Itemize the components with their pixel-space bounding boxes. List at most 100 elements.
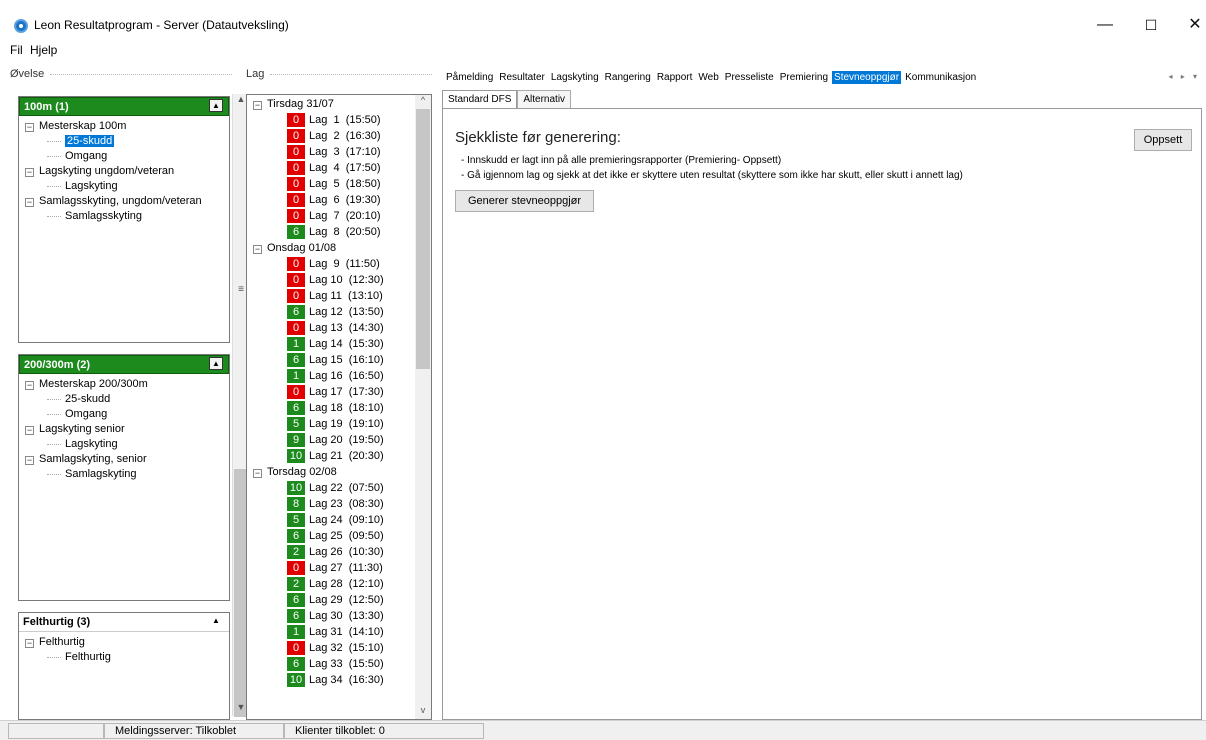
tree-leaf[interactable]: Samlagskyting [19,467,229,482]
collapse-minus-icon[interactable]: − [25,426,34,435]
tree-leaf[interactable]: Lagskyting [19,179,229,194]
lag-item[interactable]: 1 Lag 31 (14:10) [287,624,384,640]
lag-item[interactable]: 0 Lag 27 (11:30) [287,560,383,576]
lag-item[interactable]: 0 Lag 11 (13:10) [287,288,383,304]
tab-stevneoppgj-r[interactable]: Stevneoppgjør [832,71,902,84]
close-button[interactable]: ✕ [1172,10,1206,40]
tree-leaf[interactable]: Omgang [19,149,229,164]
tab-p-melding[interactable]: Påmelding [444,71,495,84]
tab-scroll-arrows-icon[interactable]: ◂ ▸ ▾ [1169,72,1201,81]
lag-item[interactable]: 6 Lag 8 (20:50) [287,224,381,240]
day-node[interactable]: − Torsdag 02/08 [249,464,337,480]
collapse-minus-icon[interactable]: − [25,456,34,465]
lag-item[interactable]: 10 Lag 22 (07:50) [287,480,384,496]
tree-node[interactable]: − Mesterskap 200/300m [19,377,229,392]
minimize-button[interactable]: — [1082,10,1128,40]
lag-item[interactable]: 0 Lag 1 (15:50) [287,112,381,128]
lag-item[interactable]: 2 Lag 26 (10:30) [287,544,384,560]
generate-button[interactable]: Generer stevneoppgjør [455,190,594,212]
lag-item[interactable]: 5 Lag 19 (19:10) [287,416,384,432]
collapse-minus-icon[interactable]: − [25,381,34,390]
tree-leaf[interactable]: Lagskyting [19,437,229,452]
lag-item[interactable]: 6 Lag 15 (16:10) [287,352,384,368]
lag-item[interactable]: 10 Lag 21 (20:30) [287,448,384,464]
collapse-minus-icon[interactable]: − [253,469,262,478]
lag-item[interactable]: 0 Lag 32 (15:10) [287,640,384,656]
tab-rangering[interactable]: Rangering [603,71,653,84]
lag-item[interactable]: 0 Lag 6 (19:30) [287,192,381,208]
tab-premiering[interactable]: Premiering [778,71,830,84]
lag-item[interactable]: 0 Lag 7 (20:10) [287,208,381,224]
collapse-up-icon[interactable]: ▲ [209,357,223,370]
tree-leaf[interactable]: 25-skudd [19,134,229,149]
scroll-thumb[interactable] [416,109,430,369]
collapse-minus-icon[interactable]: − [25,168,34,177]
collapse-minus-icon[interactable]: − [253,245,262,254]
tree-node[interactable]: − Felthurtig [19,635,229,650]
tree-leaf[interactable]: Felthurtig [19,650,229,665]
menu-hjelp[interactable]: Hjelp [30,43,57,57]
tab-presseliste[interactable]: Presseliste [723,71,776,84]
menu-fil[interactable]: Fil [10,43,23,57]
lag-item[interactable]: 6 Lag 33 (15:50) [287,656,384,672]
lag-label: Lag 1 (15:50) [309,114,381,126]
tab-kommunikasjon[interactable]: Kommunikasjon [903,71,978,84]
scroll-up-icon[interactable]: ^ [415,95,431,105]
lag-item[interactable]: 6 Lag 29 (12:50) [287,592,384,608]
subtab-standard-dfs[interactable]: Standard DFS [442,90,518,109]
lag-item[interactable]: 10 Lag 34 (16:30) [287,672,384,688]
lag-item[interactable]: 0 Lag 17 (17:30) [287,384,384,400]
tree-node[interactable]: − Lagskyting ungdom/veteran [19,164,229,179]
tree-node[interactable]: − Lagskyting senior [19,422,229,437]
lag-scrollbar[interactable]: ^ v [415,95,431,719]
app-icon [14,19,28,33]
lag-item[interactable]: 2 Lag 28 (12:10) [287,576,384,592]
lag-item[interactable]: 6 Lag 18 (18:10) [287,400,384,416]
lag-item[interactable]: 6 Lag 12 (13:50) [287,304,384,320]
tree-leaf[interactable]: Samlagsskyting [19,209,229,224]
lag-item[interactable]: 8 Lag 23 (08:30) [287,496,384,512]
tree-node[interactable]: − Samlagskyting, senior [19,452,229,467]
tab-web[interactable]: Web [696,71,720,84]
lag-item[interactable]: 0 Lag 3 (17:10) [287,144,381,160]
tree-node[interactable]: − Mesterskap 100m [19,119,229,134]
tab-resultater[interactable]: Resultater [497,71,547,84]
day-node[interactable]: − Onsdag 01/08 [249,240,336,256]
subtab-alternativ[interactable]: Alternativ [517,90,572,109]
shooter-count-badge: 0 [287,193,305,207]
collapse-minus-icon[interactable]: − [253,101,262,110]
lag-item[interactable]: 0 Lag 10 (12:30) [287,272,384,288]
scroll-down-icon[interactable]: v [415,705,431,715]
tree-leaf[interactable]: 25-skudd [19,392,229,407]
tree-node[interactable]: − Samlagsskyting, ungdom/veteran [19,194,229,209]
day-node[interactable]: − Tirsdag 31/07 [249,96,334,112]
tab-lagskyting[interactable]: Lagskyting [549,71,601,84]
group-title: 200/300m (2) [24,359,91,371]
group-header[interactable]: Felthurtig (3) ▲ [19,613,229,632]
collapse-up-icon[interactable]: ▲ [209,99,223,112]
group-felthurtig: Felthurtig (3) ▲ − Felthurtig Felthurtig [18,612,230,720]
lag-item[interactable]: 0 Lag 4 (17:50) [287,160,381,176]
tree-connector [47,414,61,415]
lag-item[interactable]: 1 Lag 16 (16:50) [287,368,384,384]
collapse-minus-icon[interactable]: − [25,198,34,207]
group-header[interactable]: 100m (1) ▲ [19,97,229,116]
collapse-minus-icon[interactable]: − [25,639,34,648]
lag-item[interactable]: 1 Lag 14 (15:30) [287,336,384,352]
lag-item[interactable]: 0 Lag 2 (16:30) [287,128,381,144]
lag-item[interactable]: 5 Lag 24 (09:10) [287,512,384,528]
tab-rapport[interactable]: Rapport [655,71,695,84]
lag-item[interactable]: 0 Lag 9 (11:50) [287,256,380,272]
lag-item[interactable]: 6 Lag 25 (09:50) [287,528,384,544]
lag-item[interactable]: 6 Lag 30 (13:30) [287,608,384,624]
collapse-minus-icon[interactable]: − [25,123,34,132]
lag-item[interactable]: 0 Lag 5 (18:50) [287,176,381,192]
lag-pane: Lag − Tirsdag 31/07 0 Lag 1 (15:50) 0 Lag 2 (… [246,66,436,720]
setup-button[interactable]: Oppsett [1134,129,1192,151]
collapse-up-icon[interactable]: ▲ [209,615,223,628]
maximize-button[interactable]: ☐ [1128,10,1174,40]
group-header[interactable]: 200/300m (2) ▲ [19,355,229,374]
lag-item[interactable]: 0 Lag 13 (14:30) [287,320,384,336]
lag-item[interactable]: 9 Lag 20 (19:50) [287,432,384,448]
tree-leaf[interactable]: Omgang [19,407,229,422]
